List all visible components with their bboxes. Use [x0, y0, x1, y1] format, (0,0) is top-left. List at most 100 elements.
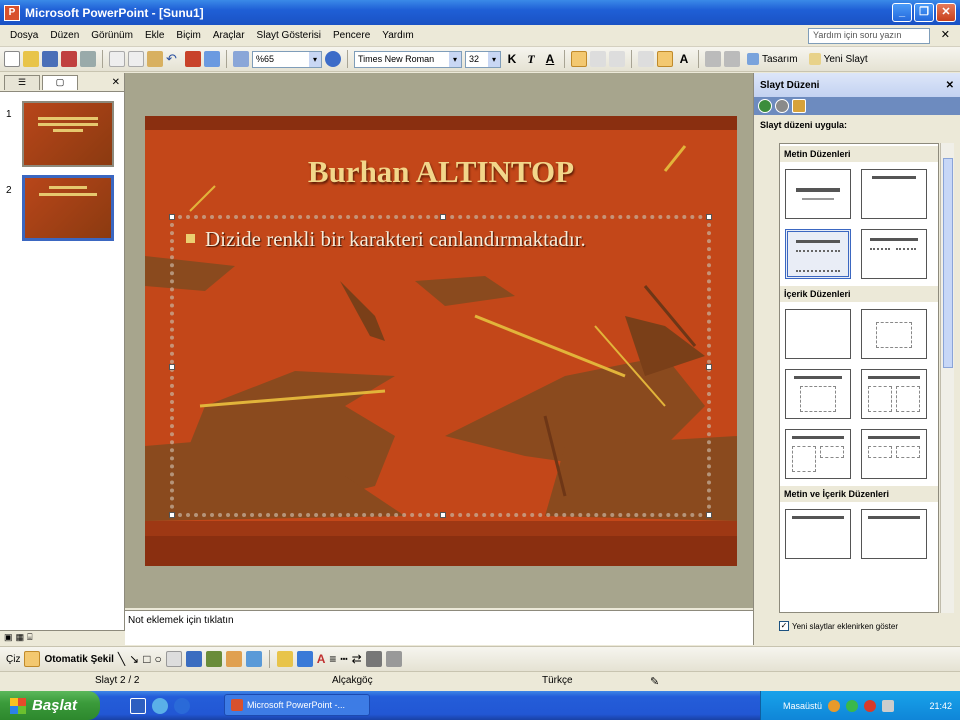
desktop-toolbar[interactable]: Masaüstü	[783, 701, 822, 711]
notes-pane[interactable]: Not eklemek için tıklatın	[125, 610, 753, 645]
new-icon[interactable]	[4, 51, 20, 67]
draw-menu[interactable]: Çiz	[6, 654, 20, 665]
resize-handle[interactable]	[169, 364, 175, 370]
layout-title-two-content[interactable]	[861, 369, 927, 419]
menu-view[interactable]: Görünüm	[85, 30, 139, 41]
resize-handle[interactable]	[706, 364, 712, 370]
close-button[interactable]: ✕	[936, 3, 956, 22]
new-slide-button[interactable]: Yeni Slayt	[805, 53, 872, 65]
layout-content[interactable]	[861, 309, 927, 359]
slide-canvas[interactable]: Burhan ALTINTOP Dizide renkli bir karakt…	[145, 116, 737, 566]
open-icon[interactable]	[23, 51, 39, 67]
save-icon[interactable]	[42, 51, 58, 67]
back-icon[interactable]	[758, 99, 772, 113]
tray-app-icon[interactable]	[828, 699, 841, 712]
picture-icon[interactable]	[245, 651, 262, 667]
layout-blank[interactable]	[785, 309, 851, 359]
oval-icon[interactable]: ○	[154, 652, 161, 666]
layout-text-content[interactable]	[785, 509, 851, 559]
underline-button[interactable]: A	[542, 52, 558, 66]
textbox-icon[interactable]	[165, 651, 182, 667]
font-color-icon[interactable]: A	[317, 652, 326, 666]
menu-file[interactable]: Dosya	[4, 30, 44, 41]
menu-edit[interactable]: Düzen	[44, 30, 85, 41]
select-objects-icon[interactable]	[24, 651, 41, 667]
browser-quicklaunch-icon[interactable]	[174, 698, 190, 714]
tray-security-icon[interactable]	[864, 699, 877, 712]
layout-title-only[interactable]	[861, 169, 927, 219]
permission-icon[interactable]	[61, 51, 77, 67]
align-left-icon[interactable]	[571, 51, 587, 67]
panel-close-icon[interactable]: ✕	[112, 77, 120, 88]
show-on-insert-checkbox[interactable]: ✓ Yeni slaytlar eklenirken göster	[779, 621, 898, 631]
menu-format[interactable]: Biçim	[170, 30, 206, 41]
help-icon[interactable]	[325, 51, 341, 67]
help-search-input[interactable]: Yardım için soru yazın	[808, 28, 930, 44]
3d-icon[interactable]	[385, 651, 402, 667]
spelling-icon[interactable]: ✎	[650, 675, 659, 688]
layout-title-slide[interactable]	[785, 169, 851, 219]
outline-tab[interactable]: ☰	[4, 74, 40, 90]
bold-button[interactable]: K	[504, 52, 520, 66]
layout-two-column-text[interactable]	[861, 229, 927, 279]
decrease-indent-icon[interactable]	[705, 51, 721, 67]
task-pane-scrollbar[interactable]	[940, 143, 954, 613]
clipart-icon[interactable]	[225, 651, 242, 667]
bullet-item[interactable]: Dizide renkli bir karakteri canlandırmak…	[186, 227, 586, 252]
font-name-select[interactable]: Times New Roman ▾	[354, 50, 462, 68]
rectangle-icon[interactable]: □	[143, 652, 150, 666]
resize-handle[interactable]	[440, 512, 446, 518]
slides-tab[interactable]: ▢	[42, 74, 78, 90]
slide-thumbnail-1[interactable]	[22, 101, 114, 167]
design-button[interactable]: Tasarım	[743, 53, 802, 65]
restore-button[interactable]: ❐	[914, 3, 934, 22]
layout-content-text[interactable]	[861, 509, 927, 559]
normal-view-icon[interactable]: ▣	[0, 632, 13, 642]
tray-network-icon[interactable]	[846, 699, 859, 712]
powerpoint-task-button[interactable]: Microsoft PowerPoint -...	[224, 694, 370, 716]
undo-icon[interactable]: ↶	[166, 51, 182, 67]
resize-handle[interactable]	[706, 512, 712, 518]
task-pane-close-icon[interactable]: ✕	[946, 80, 954, 91]
italic-button[interactable]: T	[523, 52, 539, 67]
cut-icon[interactable]	[109, 51, 125, 67]
home-icon[interactable]	[792, 99, 806, 113]
powerpoint-icon[interactable]: P	[4, 4, 20, 21]
numbering-icon[interactable]	[638, 51, 654, 67]
menu-slideshow[interactable]: Slayt Gösterisi	[251, 30, 327, 41]
fill-color-icon[interactable]	[276, 651, 293, 667]
font-size-select[interactable]: 32 ▾	[465, 50, 501, 68]
sorter-view-icon[interactable]: ▦	[16, 632, 25, 642]
chart-icon[interactable]	[185, 51, 201, 67]
bullets-icon[interactable]	[657, 51, 673, 67]
menu-tools[interactable]: Araçlar	[207, 30, 251, 41]
line-color-icon[interactable]	[296, 651, 313, 667]
slide-title[interactable]: Burhan ALTINTOP	[145, 154, 737, 190]
menu-help[interactable]: Yardım	[376, 30, 420, 41]
document-close-icon[interactable]: ✕	[941, 28, 950, 41]
shadow-icon[interactable]	[365, 651, 382, 667]
align-center-icon[interactable]	[590, 51, 606, 67]
print-icon[interactable]	[80, 51, 96, 67]
paste-icon[interactable]	[147, 51, 163, 67]
task-pane-title[interactable]: Slayt Düzeni	[760, 80, 819, 91]
slide-thumbnail-2[interactable]	[22, 175, 114, 241]
layout-title-content-two[interactable]	[785, 429, 851, 479]
slideshow-view-icon[interactable]: ⌸	[27, 632, 32, 642]
wordart-icon[interactable]	[185, 651, 202, 667]
grow-font-icon[interactable]: A	[676, 52, 692, 66]
arrow-style-icon[interactable]: ⇄	[352, 652, 362, 666]
start-button[interactable]: Başlat	[0, 691, 100, 720]
line-icon[interactable]: ╲	[118, 652, 125, 666]
align-right-icon[interactable]	[609, 51, 625, 67]
arrow-icon[interactable]: ↘	[129, 652, 139, 666]
copy-icon[interactable]	[128, 51, 144, 67]
table-icon[interactable]	[204, 51, 220, 67]
zoom-select[interactable]: %65 ▾	[252, 50, 322, 68]
resize-handle[interactable]	[169, 214, 175, 220]
resize-handle[interactable]	[440, 214, 446, 220]
increase-indent-icon[interactable]	[724, 51, 740, 67]
diagram-icon[interactable]	[205, 651, 222, 667]
layout-title-content[interactable]	[785, 369, 851, 419]
layout-title-text[interactable]	[785, 229, 851, 279]
